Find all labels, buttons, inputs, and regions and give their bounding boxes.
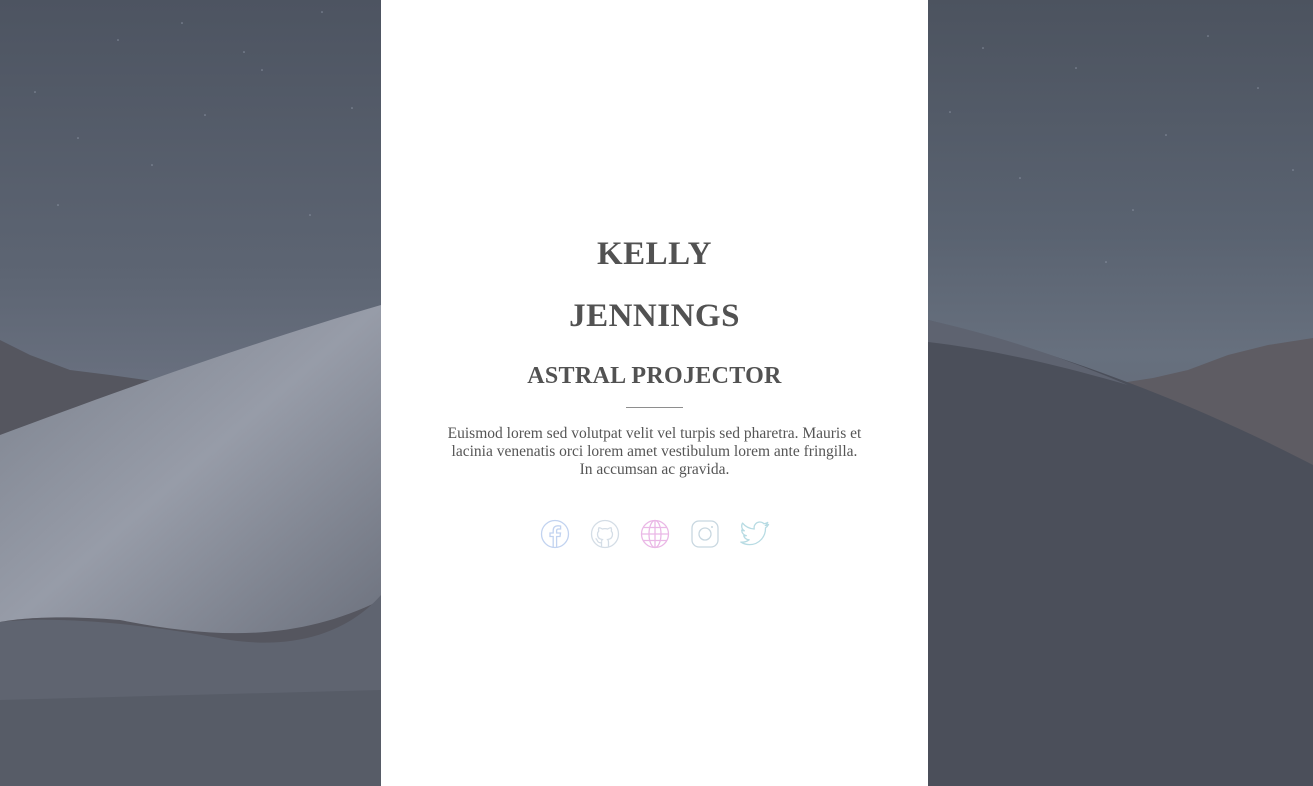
background-right: [928, 0, 1313, 786]
instagram-icon: [690, 520, 719, 548]
desert-landscape-left: [0, 0, 381, 786]
facebook-link[interactable]: [540, 519, 570, 549]
github-link[interactable]: [590, 519, 620, 549]
first-name: KELLY: [596, 236, 712, 272]
desert-landscape-right: [928, 0, 1313, 786]
divider: [626, 407, 683, 408]
website-link[interactable]: [640, 519, 670, 549]
last-name: JENNINGS: [569, 298, 740, 334]
bio-text: Euismod lorem sed volutpat velit vel tur…: [447, 425, 862, 478]
instagram-link[interactable]: [690, 519, 720, 549]
globe-icon: [640, 519, 669, 549]
facebook-icon: [540, 519, 569, 549]
profile-card: KELLY JENNINGS ASTRAL PROJECTOR Euismod …: [381, 0, 928, 786]
twitter-icon: [739, 521, 769, 546]
background-left: [0, 0, 381, 786]
github-icon: [590, 519, 619, 549]
role-title: ASTRAL PROJECTOR: [527, 363, 782, 389]
twitter-link[interactable]: [739, 519, 770, 549]
social-links: [381, 519, 928, 549]
